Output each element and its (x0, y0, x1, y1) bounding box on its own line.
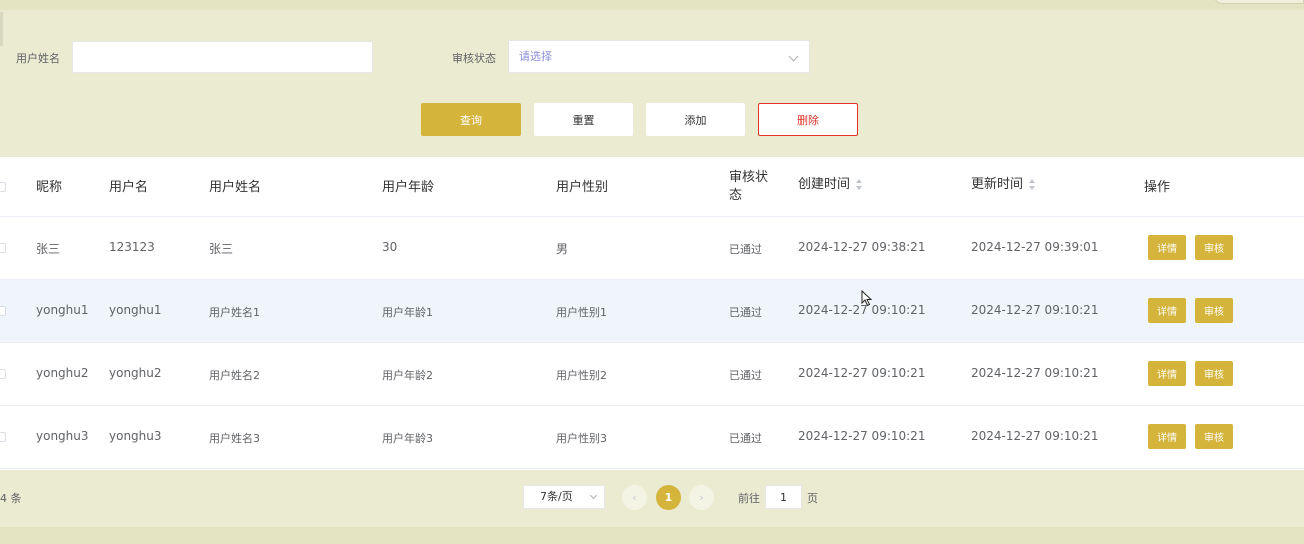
page-number-current[interactable]: 1 (656, 485, 681, 510)
chevron-down-icon (589, 491, 598, 500)
header-operations: 操作 (1144, 180, 1171, 195)
name-filter-label: 用户姓名 (16, 52, 60, 65)
cell-nickname: yonghu1 (36, 303, 89, 317)
table-row: yonghu2 yonghu2 用户姓名2 用户年龄2 用户性别2 已通过 20… (0, 343, 1304, 406)
review-button[interactable]: 审核 (1195, 361, 1233, 386)
cell-updated: 2024-12-27 09:39:01 (971, 240, 1099, 254)
cell-age: 用户年龄1 (382, 306, 433, 319)
row-checkbox[interactable] (0, 306, 6, 316)
cell-gender: 用户性别3 (556, 432, 607, 445)
header-gender: 用户性别 (556, 180, 609, 195)
query-button[interactable]: 查询 (421, 103, 521, 136)
page-size-value: 7条/页 (540, 490, 573, 503)
cell-age: 30 (382, 240, 398, 254)
cell-operations: 详情 审核 (1136, 280, 1304, 342)
header-nickname: 昵称 (36, 180, 63, 195)
mouse-cursor-icon (861, 290, 873, 307)
delete-button[interactable]: 删除 (758, 103, 858, 136)
cell-status: 已通过 (729, 369, 762, 382)
cell-gender: 用户性别1 (556, 306, 607, 319)
header-real-name: 用户姓名 (209, 180, 262, 195)
cell-gender: 用户性别2 (556, 369, 607, 382)
header-status: 审核状 态 (729, 169, 768, 205)
cell-updated: 2024-12-27 09:10:21 (971, 303, 1099, 317)
cell-nickname: yonghu2 (36, 366, 89, 380)
cell-real-name: 张三 (209, 242, 234, 256)
chevron-left-icon[interactable]: ‹ (622, 485, 647, 510)
bottom-bar (0, 527, 1304, 544)
cell-updated: 2024-12-27 09:10:21 (971, 429, 1099, 443)
total-count: 4 条 (0, 492, 22, 505)
header-created[interactable]: 创建时间 (798, 176, 863, 194)
cell-status: 已通过 (729, 432, 762, 445)
header-status-line2: 态 (729, 188, 743, 203)
sort-icon[interactable] (1029, 179, 1036, 190)
page-size-select[interactable]: 7条/页 (523, 485, 605, 509)
cell-operations: 详情 审核 (1136, 343, 1304, 405)
chevron-right-icon[interactable]: › (689, 485, 714, 510)
cell-operations: 详情 审核 (1136, 217, 1304, 279)
review-button[interactable]: 审核 (1195, 298, 1233, 323)
goto-suffix: 页 (807, 492, 818, 505)
header-status-line1: 审核状 (729, 170, 769, 185)
review-button[interactable]: 审核 (1195, 235, 1233, 260)
status-filter-placeholder: 请选择 (519, 50, 552, 63)
cell-username: yonghu3 (109, 429, 162, 443)
select-all-checkbox[interactable] (0, 182, 6, 192)
status-filter-select[interactable]: 请选择 (508, 40, 810, 73)
status-filter-label: 审核状态 (452, 52, 496, 65)
review-button[interactable]: 审核 (1195, 424, 1233, 449)
add-button[interactable]: 添加 (646, 103, 745, 136)
cell-username: yonghu2 (109, 366, 162, 380)
top-right-tab-edge (1214, 0, 1304, 4)
header-updated-label: 更新时间 (971, 177, 1024, 192)
row-checkbox[interactable] (0, 432, 6, 442)
cell-operations: 详情 审核 (1136, 406, 1304, 468)
cell-age: 用户年龄2 (382, 369, 433, 382)
cell-real-name: 用户姓名1 (209, 306, 260, 319)
header-created-label: 创建时间 (798, 177, 851, 192)
cell-status: 已通过 (729, 243, 762, 256)
cell-status: 已通过 (729, 306, 762, 319)
cell-username: 123123 (109, 240, 155, 254)
sort-icon[interactable] (856, 179, 863, 190)
row-checkbox[interactable] (0, 243, 6, 253)
top-bar (0, 0, 1304, 10)
table-header: 昵称 用户名 用户姓名 用户年龄 用户性别 审核状 态 创建时间 更新时间 操作 (0, 157, 1304, 217)
header-username: 用户名 (109, 180, 149, 195)
detail-button[interactable]: 详情 (1148, 424, 1186, 449)
header-updated[interactable]: 更新时间 (971, 176, 1036, 194)
goto-page-input[interactable] (765, 485, 802, 509)
table-row: 张三 123123 张三 30 男 已通过 2024-12-27 09:38:2… (0, 217, 1304, 280)
cell-age: 用户年龄3 (382, 432, 433, 445)
reset-button[interactable]: 重置 (534, 103, 633, 136)
cell-real-name: 用户姓名3 (209, 432, 260, 445)
table-row: yonghu3 yonghu3 用户姓名3 用户年龄3 用户性别3 已通过 20… (0, 406, 1304, 469)
cell-real-name: 用户姓名2 (209, 369, 260, 382)
cell-gender: 男 (556, 242, 569, 256)
cell-username: yonghu1 (109, 303, 162, 317)
cell-created: 2024-12-27 09:38:21 (798, 240, 926, 254)
header-age: 用户年龄 (382, 180, 435, 195)
cell-nickname: 张三 (36, 242, 61, 256)
goto-prefix: 前往 (738, 492, 760, 505)
detail-button[interactable]: 详情 (1148, 361, 1186, 386)
row-checkbox[interactable] (0, 369, 6, 379)
chevron-down-icon (788, 51, 799, 62)
user-table: 昵称 用户名 用户姓名 用户年龄 用户性别 审核状 态 创建时间 更新时间 操作… (0, 157, 1304, 470)
detail-button[interactable]: 详情 (1148, 235, 1186, 260)
detail-button[interactable]: 详情 (1148, 298, 1186, 323)
cell-created: 2024-12-27 09:10:21 (798, 366, 926, 380)
cell-nickname: yonghu3 (36, 429, 89, 443)
table-row: yonghu1 yonghu1 用户姓名1 用户年龄1 用户性别1 已通过 20… (0, 280, 1304, 343)
left-edge-marker (0, 12, 3, 46)
cell-created: 2024-12-27 09:10:21 (798, 429, 926, 443)
name-filter-input[interactable] (72, 41, 373, 73)
cell-updated: 2024-12-27 09:10:21 (971, 366, 1099, 380)
